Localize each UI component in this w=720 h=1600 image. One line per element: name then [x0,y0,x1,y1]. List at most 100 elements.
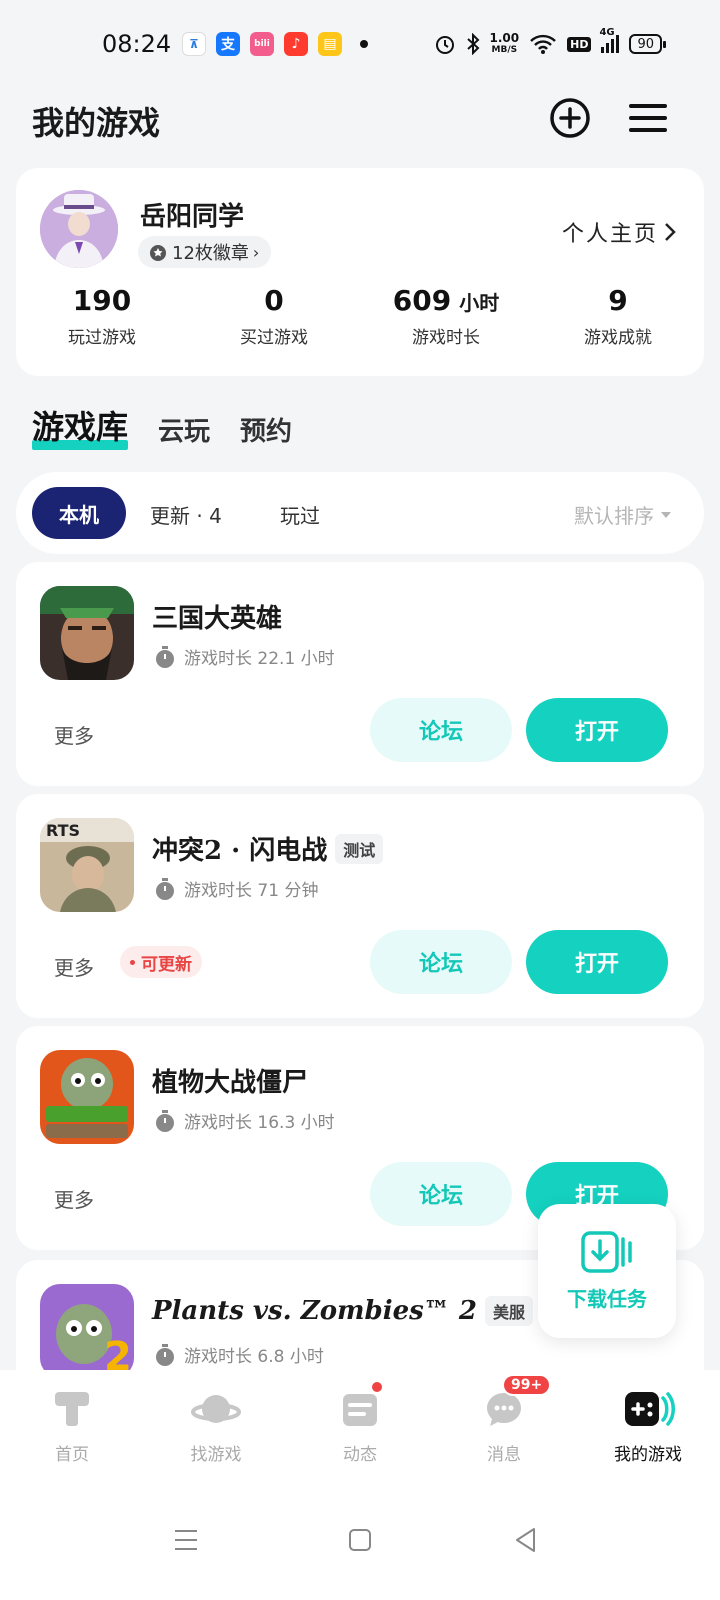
game-title: 植物大战僵尸 [152,1068,309,1098]
stopwatch-icon [156,1109,174,1132]
filter-updates[interactable]: 更新 · 4 [150,500,222,529]
plus-circle-icon [550,98,590,138]
menu-button[interactable] [626,96,670,140]
gamepad-icon [625,1392,675,1426]
open-button[interactable]: 打开 [526,930,668,994]
system-nav-bar [0,1490,720,1600]
profile-card: 岳阳同学 12枚徽章 › 个人主页 190 玩过游戏 0 买过游戏 609 小时 … [16,168,704,376]
library-tabs: 游戏库 云玩 预约 [32,402,292,450]
nav-feed[interactable]: 动态 [288,1370,432,1490]
stat-value: 190 [72,284,132,317]
more-button[interactable]: 更多 [54,720,94,749]
page-header: 我的游戏 [32,96,688,142]
nav-find-games[interactable]: 找游戏 [144,1370,288,1490]
more-button[interactable]: 更多 [54,952,94,981]
alipay-icon: 支 [216,32,240,56]
cellular-signal-icon: 4G [599,27,620,53]
tab-cloud-play[interactable]: 云玩 [158,411,210,448]
play-time: 游戏时长 6.8 小时 [154,1342,324,1367]
stopwatch-icon [156,1343,174,1366]
nav-home[interactable]: 首页 [0,1370,144,1490]
play-time: 游戏时长 22.1 小时 [154,644,335,669]
download-icon [581,1230,632,1273]
system-status-icons: 1.00 MB/S HD 4G 90 [434,27,666,56]
stat-play-time[interactable]: 609 小时 游戏时长 [360,284,532,348]
region-tag: 美服 [484,1296,533,1326]
chevron-right-icon: › [252,242,260,262]
stat-games-played[interactable]: 190 玩过游戏 [16,284,188,348]
status-time: 08:24 [102,30,172,58]
square-icon [349,1529,371,1551]
menu-icon [629,104,667,132]
filter-local[interactable]: 本机 [32,487,126,539]
stat-games-bought[interactable]: 0 买过游戏 [188,284,360,348]
back-system-button[interactable] [506,1520,546,1560]
nav-my-games[interactable]: 我的游戏 [576,1370,720,1490]
bilibili-icon: bili [250,32,274,56]
add-game-button[interactable] [548,96,592,140]
stopwatch-icon [156,877,174,900]
network-speed: 1.00 MB/S [489,31,520,55]
sort-label: 默认排序 [574,504,654,528]
filter-played[interactable]: 玩过 [280,500,320,529]
open-button[interactable]: 打开 [526,698,668,762]
stat-label: 买过游戏 [240,328,308,348]
map-app-icon: ⊼ [182,32,206,56]
message-count-badge: 99+ [502,1374,552,1396]
game-icon [40,586,134,680]
nav-label: 动态 [343,1445,377,1465]
medal-icon [150,245,166,261]
nav-label: 我的游戏 [614,1445,682,1465]
caret-down-icon [661,511,671,518]
stopwatch-icon [156,645,174,668]
stat-value: 609 [392,284,452,317]
badges-button[interactable]: 12枚徽章 › [138,236,272,268]
stat-value: 0 [264,284,284,317]
recent-apps-button[interactable] [166,1520,206,1560]
download-tasks-label: 下载任务 [567,1286,647,1311]
feed-notification-dot [370,1380,384,1394]
avatar[interactable] [40,190,118,268]
game-card[interactable]: RTS 冲突2 · 闪电战 测试 游戏时长 71 分钟 更多 可更新 论坛 打开 [16,794,704,1018]
game-title: 三国大英雄 [152,604,283,634]
page-title: 我的游戏 [32,104,161,142]
tab-game-library[interactable]: 游戏库 [32,402,129,450]
forum-button[interactable]: 论坛 [370,698,512,762]
stat-achievements[interactable]: 9 游戏成就 [532,284,704,348]
update-dot [130,959,135,965]
home-icon [55,1392,89,1426]
more-button[interactable]: 更多 [54,1184,94,1213]
homepage-label: 个人主页 [561,222,658,247]
book-app-icon: ▤ [318,32,342,56]
homepage-link[interactable]: 个人主页 [562,216,676,248]
stat-unit: 小时 [459,291,500,315]
home-system-button[interactable] [340,1520,380,1560]
back-triangle-icon [516,1528,535,1552]
download-tasks-button[interactable]: 下载任务 [538,1204,676,1338]
nav-label: 消息 [487,1445,521,1465]
alarm-icon [435,36,454,54]
bluetooth-icon [466,33,479,55]
game-title: Plants vs. Zombies™ 2 美服 [152,1296,533,1326]
status-bar: 08:24 ⊼ 支 bili ♪ ▤ 1.00 MB/S HD 4G 90 [0,0,720,90]
avatar-image [40,190,118,268]
forum-button[interactable]: 论坛 [370,1162,512,1226]
update-available-badge[interactable]: 可更新 [120,946,202,978]
bottom-nav: 首页 找游戏 动态 99+ 消息 我的游戏 [0,1370,720,1490]
game-title: 冲突2 · 闪电战 测试 [152,830,384,867]
badges-count: 12枚徽章 [172,243,249,264]
wifi-icon [530,34,556,54]
nav-messages[interactable]: 99+ 消息 [432,1370,576,1490]
chevron-right-icon [665,223,676,241]
music-app-icon: ♪ [284,32,308,56]
sort-dropdown[interactable]: 默认排序 [574,500,672,529]
nav-label: 首页 [55,1445,89,1465]
game-icon: 2 [40,1284,134,1378]
game-icon [40,1050,134,1144]
tab-reservations[interactable]: 预约 [240,411,292,448]
stat-label: 玩过游戏 [68,328,136,348]
hd-icon: HD [567,36,592,52]
planet-icon [191,1395,241,1423]
forum-button[interactable]: 论坛 [370,930,512,994]
game-card[interactable]: 三国大英雄 游戏时长 22.1 小时 更多 论坛 打开 [16,562,704,786]
